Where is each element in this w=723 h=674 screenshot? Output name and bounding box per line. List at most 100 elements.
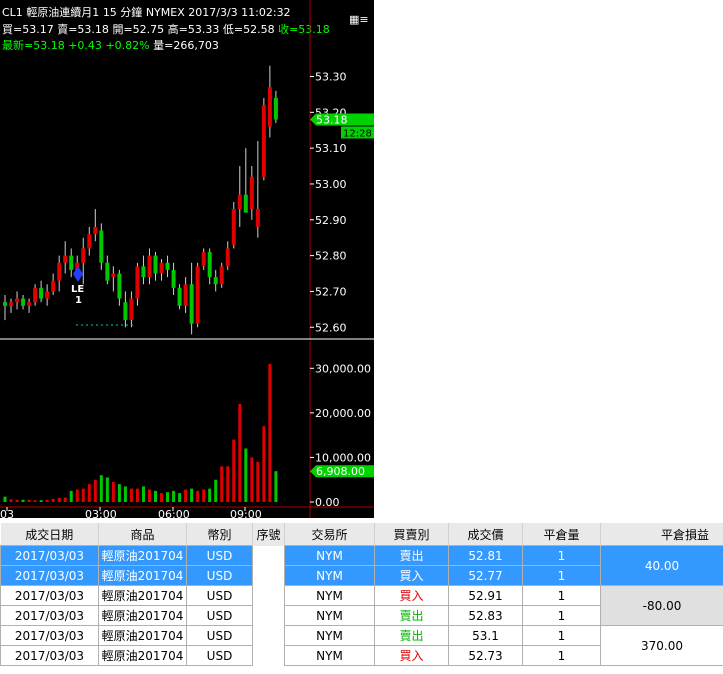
volume-bar (105, 477, 109, 502)
time-tick-label: 03:00 (85, 508, 117, 518)
candle (99, 223, 104, 270)
side-cell: 買入 (374, 585, 449, 606)
volume-bar (75, 489, 79, 502)
price-cell: 52.83 (448, 605, 523, 626)
volume-bar (172, 490, 176, 502)
volume-bar (244, 448, 248, 502)
volume-bar (250, 457, 254, 502)
exchange-cell: NYM (284, 565, 375, 586)
volume-bar (262, 426, 266, 502)
volume-bar (99, 475, 103, 502)
candle-body (171, 269, 176, 288)
candle (213, 269, 218, 292)
volume-tick-label: 0.00 (315, 496, 340, 509)
header-currency[interactable]: 幣別 (186, 523, 253, 546)
volume-bar (129, 488, 133, 502)
table-row[interactable]: 2017/03/03 輕原油201704 USD NYM 賣出 52.81 1 40.00 (0, 545, 723, 586)
chart-panel[interactable]: CL1 輕原油連續月1 15 分鐘 NYMEX 2017/3/3 11:02:3… (0, 0, 374, 518)
candle (93, 209, 98, 242)
header-trade-date[interactable]: 成交日期 (0, 523, 99, 546)
header-exchange[interactable]: 交易所 (284, 523, 375, 546)
candle (225, 241, 230, 270)
candle (21, 295, 26, 310)
volume-bar (45, 499, 49, 502)
volume-bar (51, 498, 55, 502)
candle-body (207, 252, 212, 278)
candle-body (33, 287, 38, 303)
candle-body (225, 248, 230, 267)
header-serial[interactable]: 序號 (252, 523, 285, 546)
candle-body (183, 284, 188, 306)
candle (27, 298, 32, 313)
candle (81, 237, 86, 285)
volume-bar (15, 499, 19, 502)
volume-bar (81, 488, 85, 502)
close-pnl-cell: 40.00 (600, 545, 723, 586)
candle (201, 248, 206, 270)
volume-bar (3, 496, 7, 502)
close-pnl-cell: 370.00 (600, 625, 723, 666)
qty-cell: 1 (522, 585, 601, 606)
serial-cell (252, 625, 285, 646)
candle (129, 291, 134, 328)
candle-body (15, 298, 20, 303)
volume-bar (268, 363, 272, 502)
candle (111, 266, 116, 292)
candle-body (255, 209, 260, 227)
last-volume-tag-label: 6,908.00 (316, 465, 365, 478)
candle (39, 280, 44, 303)
header-close-pnl[interactable]: 平倉損益 (600, 523, 723, 546)
candle-body (93, 226, 98, 235)
candle (87, 226, 92, 256)
exchange-cell: NYM (284, 645, 375, 666)
candle (177, 284, 182, 310)
volume-chart: 30,000.00 20,000.00 10,000.00 0.00 6,908.00 0… (0, 341, 374, 518)
exchange-cell: NYM (284, 545, 375, 566)
candle (219, 262, 224, 288)
volume-bar (93, 479, 97, 502)
volume-bar (226, 466, 230, 502)
product-cell: 輕原油201704 (98, 625, 187, 646)
trade-date-cell: 2017/03/03 (0, 565, 99, 586)
table-row[interactable]: 2017/03/03 輕原油201704 USD NYM 賣出 53.1 1 370.00 (0, 625, 723, 666)
header-price[interactable]: 成交價 (448, 523, 523, 546)
candle (51, 273, 56, 296)
qty-cell: 1 (522, 625, 601, 646)
header-side[interactable]: 買賣別 (374, 523, 449, 546)
candle-body (57, 262, 62, 281)
product-cell: 輕原油201704 (98, 545, 187, 566)
side-cell: 賣出 (374, 605, 449, 626)
candle-body (81, 248, 86, 263)
close-pnl-cell: -80.00 (600, 585, 723, 626)
volume-bar (178, 493, 182, 502)
trade-date-cell: 2017/03/03 (0, 545, 99, 566)
candle-body (117, 273, 122, 299)
header-product[interactable]: 商品 (98, 523, 187, 546)
volume-bar (160, 493, 164, 502)
candle (243, 148, 248, 213)
table-row[interactable]: 2017/03/03 輕原油201704 USD NYM 買入 52.91 1 -80.00 (0, 585, 723, 626)
header-close-qty[interactable]: 平倉量 (522, 523, 601, 546)
candle-body (219, 266, 224, 285)
side-cell: 賣出 (374, 545, 449, 566)
trade-table: 成交日期 商品 幣別 序號 交易所 買賣別 成交價 平倉量 平倉損益 2017/03/03 輕原油… (0, 523, 723, 666)
volume-bar (117, 484, 121, 502)
candle (183, 277, 188, 313)
volume-bar (184, 489, 188, 502)
price-tick-label: 53.30 (315, 70, 347, 83)
volume-bar (232, 439, 236, 502)
candle (123, 291, 128, 328)
candle (147, 248, 152, 285)
volume-bar (123, 486, 127, 502)
volume-bar (154, 490, 157, 502)
price-cell: 53.1 (448, 625, 523, 646)
serial-cell (252, 605, 285, 626)
candle (249, 166, 254, 220)
volume-bar (220, 466, 224, 502)
product-cell: 輕原油201704 (98, 585, 187, 606)
candle-body (21, 298, 26, 306)
serial-cell (252, 565, 285, 586)
volume-bar (147, 489, 151, 502)
candle-body (87, 234, 92, 249)
volume-bar (9, 499, 13, 502)
